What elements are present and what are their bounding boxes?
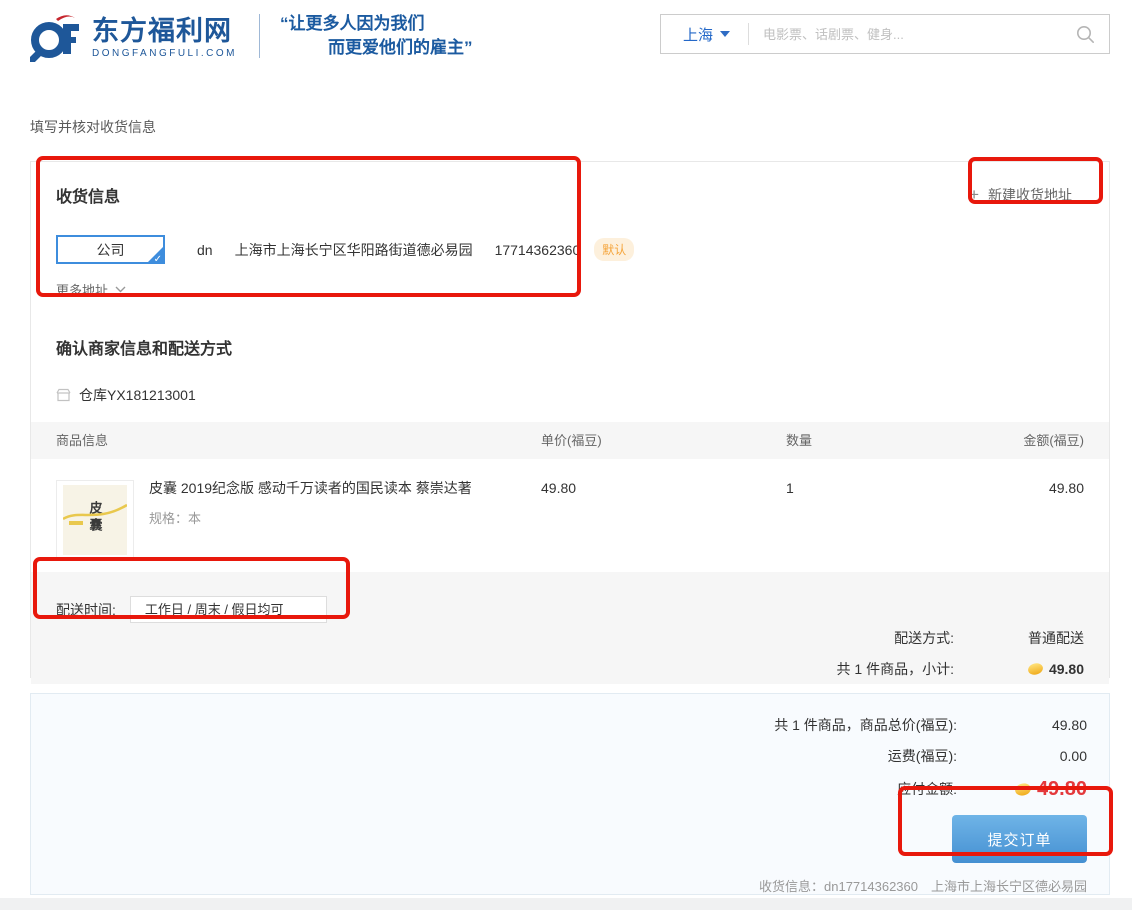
warehouse-row: 仓库YX181213001 [56, 385, 1084, 405]
delivery-time-label: 配送时间: [56, 600, 116, 620]
product-spec: 规格：本 [149, 508, 472, 527]
coin-icon [1027, 662, 1044, 676]
coin-icon [1014, 782, 1032, 797]
col-unit-price: 单价(福豆) [541, 422, 786, 459]
payable-row: 应付金额: 49.80 [53, 776, 1087, 802]
shipping-info-title: 收货信息 [56, 183, 120, 207]
delivery-method-value: 普通配送 [954, 628, 1084, 648]
subtotal-label: 共 1 件商品，小计: [837, 659, 954, 679]
brand-name: 东方福利网 [92, 16, 237, 46]
shipping-summary-note: 收货信息：dn17714362360 上海市上海长宁区德必易园 [53, 876, 1087, 895]
check-icon: ✓ [154, 254, 162, 264]
book-cover-art: 皮囊 [63, 485, 127, 555]
more-addresses-toggle[interactable]: 更多地址 [56, 280, 146, 299]
logo[interactable]: 东方福利网 DONGFANGFULI.COM [30, 12, 237, 62]
col-product: 商品信息 [56, 422, 541, 459]
col-quantity: 数量 [786, 422, 956, 459]
delivery-method-label: 配送方式: [894, 628, 954, 648]
recipient-name: dn [197, 242, 213, 258]
logo-mark-icon [30, 12, 82, 62]
payable-value: 49.80 [1037, 778, 1087, 801]
total-value: 49.80 [957, 717, 1087, 733]
delivery-band: 配送时间: 工作日 / 周末 / 假日均可 配送方式: 普通配送 共 1 件商品… [31, 572, 1109, 684]
city-selector[interactable]: 上海 [661, 24, 748, 45]
new-address-label: 新建收货地址 [988, 185, 1072, 205]
quantity-value: 1 [786, 480, 956, 560]
address-tag-label: 公司 [97, 240, 125, 260]
product-title[interactable]: 皮囊 2019纪念版 感动千万读者的国民读本 蔡崇达著 [149, 480, 472, 497]
subtotal-value: 49.80 [1049, 661, 1084, 677]
delivery-method-row: 配送方式: 普通配送 [56, 627, 1084, 649]
address-text: 上海市上海长宁区华阳路街道德必易园 [235, 240, 473, 260]
product-image[interactable]: 皮囊 [56, 480, 134, 560]
subtotal-value-wrap: 49.80 [954, 661, 1084, 677]
amount-value: 49.80 [956, 480, 1084, 560]
delivery-time-select[interactable]: 工作日 / 周末 / 假日均可 [130, 596, 327, 623]
address-row: 公司 ✓ dn 上海市上海长宁区华阳路街道德必易园 17714362360 默认 [56, 235, 1084, 264]
city-label: 上海 [683, 24, 713, 45]
shipping-row: 运费(福豆): 0.00 [53, 747, 1087, 765]
page-title: 填写并核对收货信息 [30, 117, 1132, 137]
cover-swoosh-decoration [63, 499, 127, 527]
total-row: 共 1 件商品，商品总价(福豆): 49.80 [53, 716, 1087, 734]
header-divider [259, 14, 260, 58]
chevron-down-icon [115, 286, 126, 293]
product-info: 皮囊 2019纪念版 感动千万读者的国民读本 蔡崇达著 规格：本 [149, 480, 472, 560]
logo-text: 东方福利网 DONGFANGFULI.COM [92, 16, 237, 59]
subtotal-row: 共 1 件商品，小计: 49.80 [56, 657, 1084, 681]
delivery-time-row: 配送时间: 工作日 / 周末 / 假日均可 [56, 596, 1084, 623]
search-icon[interactable] [1076, 25, 1095, 44]
slogan-line-2: 而更爱他们的雇主” [280, 36, 473, 60]
table-row: 皮囊 皮囊 2019纪念版 感动千万读者的国民读本 蔡崇达著 规格：本 49.8… [31, 459, 1109, 572]
summary-card: 共 1 件商品，商品总价(福豆): 49.80 运费(福豆): 0.00 应付金… [30, 693, 1110, 895]
default-badge: 默认 [594, 238, 634, 261]
table-header: 商品信息 单价(福豆) 数量 金额(福豆) [31, 422, 1109, 459]
shop-icon [56, 388, 71, 402]
page-bottom-strip [0, 898, 1132, 910]
warehouse-label: 仓库YX181213001 [79, 385, 196, 405]
search-box: 上海 [660, 14, 1110, 54]
slogan: “让更多人因为我们 而更爱他们的雇主” [280, 12, 473, 60]
plus-icon: + [969, 185, 979, 205]
shipping-label: 运费(福豆): [888, 746, 957, 766]
order-card: 收货信息 + 新建收货地址 公司 ✓ dn 上海市上海长宁区华阳路街道德必易园 … [30, 161, 1110, 678]
site-header: 东方福利网 DONGFANGFULI.COM “让更多人因为我们 而更爱他们的雇… [0, 0, 1132, 90]
new-address-button[interactable]: + 新建收货地址 [969, 185, 1084, 205]
product-cell: 皮囊 皮囊 2019纪念版 感动千万读者的国民读本 蔡崇达著 规格：本 [56, 480, 541, 560]
total-label: 共 1 件商品，商品总价(福豆): [774, 715, 957, 735]
more-addresses-label: 更多地址 [56, 280, 108, 299]
col-amount: 金额(福豆) [956, 422, 1084, 459]
payable-value-wrap: 49.80 [957, 778, 1087, 801]
unit-price-value: 49.80 [541, 480, 786, 560]
checkout-page: 东方福利网 DONGFANGFULI.COM “让更多人因为我们 而更爱他们的雇… [0, 0, 1132, 893]
shipping-value: 0.00 [957, 748, 1087, 764]
search-input[interactable] [749, 27, 1076, 42]
payable-label: 应付金额: [897, 779, 957, 799]
submit-order-button[interactable]: 提交订单 [952, 815, 1087, 863]
brand-domain: DONGFANGFULI.COM [92, 48, 237, 59]
address-tag-company[interactable]: 公司 ✓ [56, 235, 165, 264]
phone-number: 17714362360 [495, 242, 581, 258]
chevron-down-icon [720, 31, 730, 37]
slogan-line-1: “让更多人因为我们 [280, 12, 473, 36]
merchant-section-title: 确认商家信息和配送方式 [56, 335, 1084, 359]
